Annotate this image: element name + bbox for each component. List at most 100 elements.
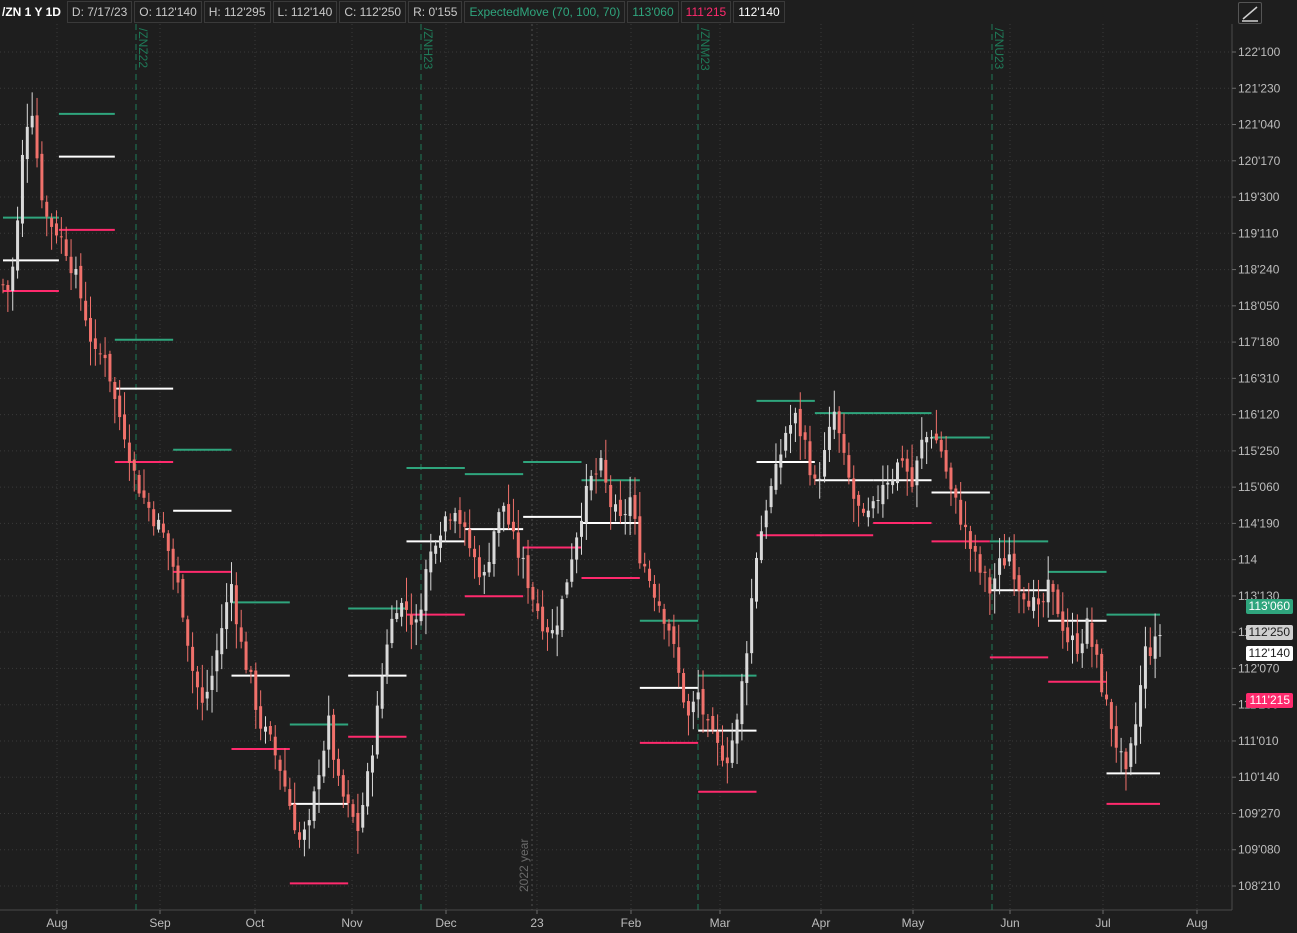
- candle-body: [1032, 597, 1036, 611]
- candle-body: [74, 268, 78, 275]
- candle-body: [1148, 647, 1152, 656]
- y-tick-label: 111'010: [1238, 734, 1279, 748]
- candle-body: [1109, 702, 1113, 729]
- x-tick-label: Dec: [435, 916, 456, 930]
- candle-body: [1061, 611, 1065, 631]
- candle-body: [64, 239, 68, 256]
- candle-body: [599, 458, 603, 471]
- x-tick-label: May: [902, 916, 925, 930]
- candle-body: [662, 608, 666, 624]
- candle-body: [706, 719, 710, 721]
- rollover-label: /ZNH23: [421, 28, 435, 70]
- candle-body: [915, 460, 919, 486]
- candle-body: [487, 562, 491, 573]
- candle-body: [186, 619, 190, 646]
- close-readout: C: 112'250: [339, 1, 407, 23]
- open-readout: O: 112'140: [134, 1, 202, 23]
- candle-body: [803, 432, 807, 440]
- candle-body: [1158, 634, 1162, 637]
- candle-body: [638, 516, 642, 564]
- x-tick-label: Sep: [149, 916, 171, 930]
- candle-body: [16, 220, 20, 271]
- candle-body: [293, 803, 297, 831]
- x-tick-label: Aug: [46, 916, 67, 930]
- drawing-tool-icon[interactable]: [1238, 2, 1262, 24]
- candle-body: [823, 450, 827, 477]
- candle-body: [759, 531, 763, 561]
- candle-body: [755, 557, 759, 602]
- candle-body: [968, 531, 972, 549]
- candle-body: [322, 750, 326, 777]
- x-tick-label: Nov: [341, 916, 362, 930]
- candle-body: [35, 115, 39, 159]
- price-tag-em-upper: 113'060: [1245, 599, 1293, 614]
- candle-body: [507, 504, 511, 525]
- candle-body: [891, 479, 895, 486]
- candle-body: [866, 510, 870, 518]
- candle-body: [930, 437, 934, 439]
- candle-body: [205, 691, 209, 699]
- candle-body: [69, 256, 73, 274]
- y-tick-label: 119'110: [1238, 226, 1279, 240]
- candle-body: [127, 442, 131, 463]
- candle-body: [142, 490, 146, 498]
- candle-body: [351, 804, 355, 817]
- candle-body: [273, 736, 277, 756]
- rollover-label: /ZNZ22: [136, 28, 150, 68]
- price-chart[interactable]: 122'100 121'230 121'040 120'170 119'300 119'1…: [0, 0, 1297, 933]
- candle-body: [492, 531, 496, 565]
- candle-body: [1002, 558, 1006, 566]
- y-tick-label: 110'140: [1238, 770, 1280, 784]
- candle-body: [511, 521, 515, 532]
- candle-body: [555, 625, 559, 635]
- candle-body: [1139, 685, 1143, 727]
- candle-body: [171, 548, 175, 567]
- candle-body: [696, 692, 700, 700]
- candle-body: [648, 568, 652, 581]
- candle-body: [545, 627, 549, 633]
- candle-body: [268, 726, 272, 735]
- chart-background: [0, 0, 1297, 933]
- candle-body: [395, 613, 399, 619]
- candle-body: [944, 450, 948, 472]
- date-readout: D: 7/17/23: [66, 1, 133, 23]
- symbol-label[interactable]: /ZN 1 Y 1D: [0, 2, 65, 22]
- candle-body: [716, 731, 720, 743]
- study-name[interactable]: ExpectedMove (70, 100, 70): [464, 1, 626, 23]
- candle-body: [677, 647, 681, 673]
- candle-body: [871, 501, 875, 509]
- y-tick-label: 118'050: [1238, 299, 1280, 313]
- candle-body: [1070, 635, 1074, 641]
- candle-body: [6, 284, 10, 291]
- candle-body: [1114, 726, 1118, 748]
- candle-body: [789, 425, 793, 434]
- x-tick-label: Feb: [621, 916, 642, 930]
- x-tick-label: Oct: [246, 916, 265, 930]
- candle-body: [239, 627, 243, 642]
- candle-body: [254, 670, 258, 710]
- range-readout: R: 0'155: [408, 1, 463, 23]
- candle-body: [793, 412, 797, 424]
- candle-body: [54, 223, 58, 236]
- y-tick-label: 109'080: [1238, 843, 1281, 857]
- high-readout: H: 112'295: [203, 1, 271, 23]
- candle-body: [691, 701, 695, 713]
- candle-body: [1129, 743, 1133, 767]
- y-tick-label: 114'190: [1238, 516, 1280, 530]
- candle-body: [998, 558, 1002, 575]
- candle-body: [934, 433, 938, 441]
- candle-body: [711, 715, 715, 730]
- candle-body: [132, 459, 136, 471]
- candle-body: [1051, 583, 1055, 592]
- candle-body: [298, 832, 302, 840]
- y-tick-label: 122'100: [1238, 45, 1281, 59]
- x-tick-label: Jun: [1000, 916, 1019, 930]
- candle-body: [740, 681, 744, 725]
- candle-body: [652, 584, 656, 598]
- candle-body: [1095, 644, 1099, 655]
- candle-body: [983, 571, 987, 573]
- candle-body: [259, 706, 263, 729]
- low-readout: L: 112'140: [272, 1, 338, 23]
- y-tick-label: 117'180: [1238, 335, 1280, 349]
- x-tick-label: 23: [530, 916, 544, 930]
